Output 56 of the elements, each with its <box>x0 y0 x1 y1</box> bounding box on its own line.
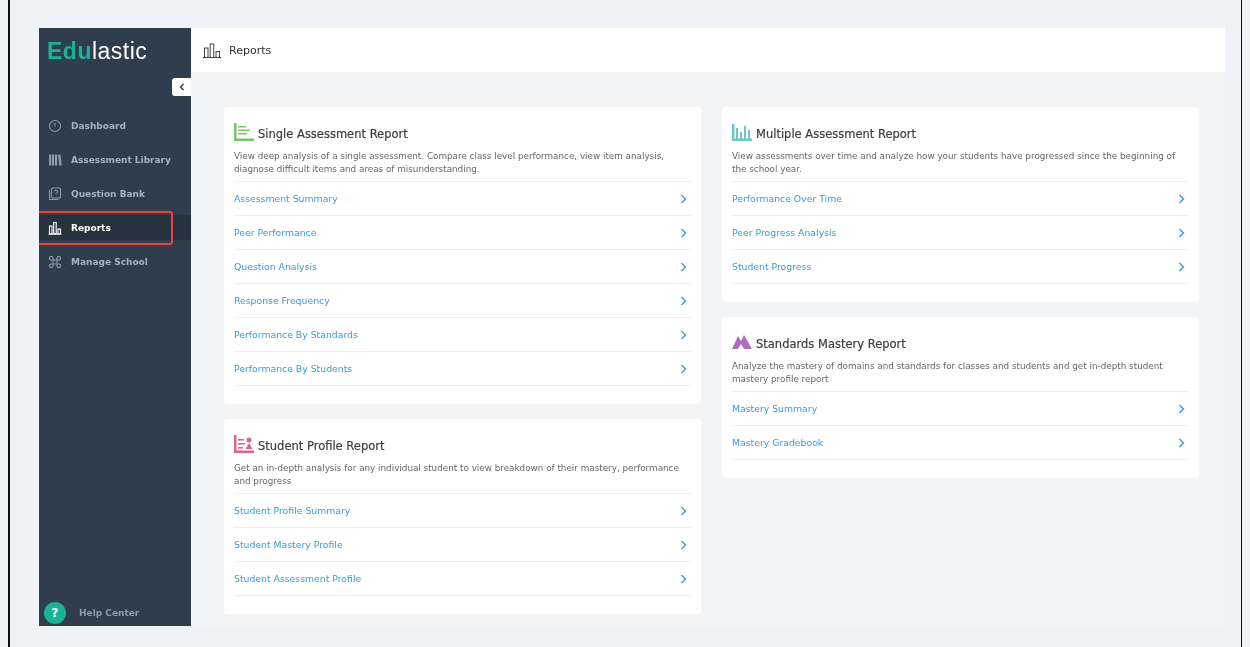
chevron-right-icon <box>1178 261 1185 272</box>
help-button[interactable]: ? <box>44 602 66 624</box>
chevron-right-icon <box>680 539 687 550</box>
report-link[interactable]: Question Analysis <box>234 249 691 283</box>
card-title: Standards Mastery Report <box>756 337 906 351</box>
card-title: Single Assessment Report <box>258 127 408 141</box>
card-title: Multiple Assessment Report <box>756 127 917 141</box>
sidebar-item[interactable]: Assessment Library <box>39 147 191 172</box>
chevron-right-icon <box>1178 403 1185 414</box>
chevron-right-icon <box>680 329 687 340</box>
chevron-right-icon <box>680 227 687 238</box>
logo: Edulastic <box>46 37 149 66</box>
mountain-icon <box>732 333 752 351</box>
bar-chart-icon <box>48 220 62 235</box>
list-chart-icon <box>234 123 254 141</box>
report-link[interactable]: Mastery Summary <box>732 391 1189 425</box>
chevron-right-icon <box>680 261 687 272</box>
report-link[interactable]: Performance By Standards <box>234 317 691 351</box>
sidebar-item[interactable]: Dashboard <box>39 113 191 138</box>
report-link[interactable]: Performance By Students <box>234 351 691 386</box>
bar-chart-icon <box>732 123 752 141</box>
chevron-right-icon <box>1178 227 1185 238</box>
card-description: Analyze the mastery of domains and standards for classes and students and get in-depth student mastery profile report <box>732 360 1164 386</box>
chevron-right-icon <box>680 573 687 584</box>
sidebar-item[interactable]: Question Bank <box>39 181 191 206</box>
chevron-left-icon <box>177 83 186 91</box>
books-icon <box>48 152 62 167</box>
chevron-right-icon <box>680 505 687 516</box>
report-link[interactable]: Mastery Gradebook <box>732 425 1189 460</box>
student-chart-icon <box>234 435 254 453</box>
report-link[interactable]: Student Mastery Profile <box>234 527 691 561</box>
report-link[interactable]: Student Progress <box>732 249 1189 284</box>
command-icon <box>48 254 62 269</box>
help-center-link[interactable]: Help Center <box>79 608 140 618</box>
clock-icon <box>48 118 62 133</box>
report-link[interactable]: Response Frequency <box>234 283 691 317</box>
chevron-right-icon <box>680 193 687 204</box>
collapse-button[interactable] <box>172 78 191 96</box>
chevron-right-icon <box>680 295 687 306</box>
card-title: Student Profile Report <box>258 439 385 453</box>
report-link[interactable]: Peer Performance <box>234 215 691 249</box>
report-link[interactable]: Assessment Summary <box>234 181 691 215</box>
report-link[interactable]: Peer Progress Analysis <box>732 215 1189 249</box>
report-link[interactable]: Performance Over Time <box>732 181 1189 215</box>
page-title: Reports <box>229 43 272 57</box>
chevron-right-icon <box>1178 437 1185 448</box>
question-card-icon <box>48 186 62 201</box>
card-description: View assessments over time and analyze how your students have progressed since the beginning of the school year. <box>732 150 1177 176</box>
card-description: Get an in-depth analysis for any individual student to view breakdown of their mastery, performance and progress <box>234 462 680 488</box>
chevron-right-icon <box>1178 193 1185 204</box>
sidebar-item[interactable]: Manage School <box>39 249 191 274</box>
bar-chart-icon <box>203 42 221 58</box>
report-link[interactable]: Student Assessment Profile <box>234 561 691 596</box>
chevron-right-icon <box>680 363 687 374</box>
report-link[interactable]: Student Profile Summary <box>234 493 691 527</box>
card-description: View deep analysis of a single assessment. Compare class level performance, view item analysis, diagnose difficult items and areas of misunderstanding. <box>234 150 666 176</box>
